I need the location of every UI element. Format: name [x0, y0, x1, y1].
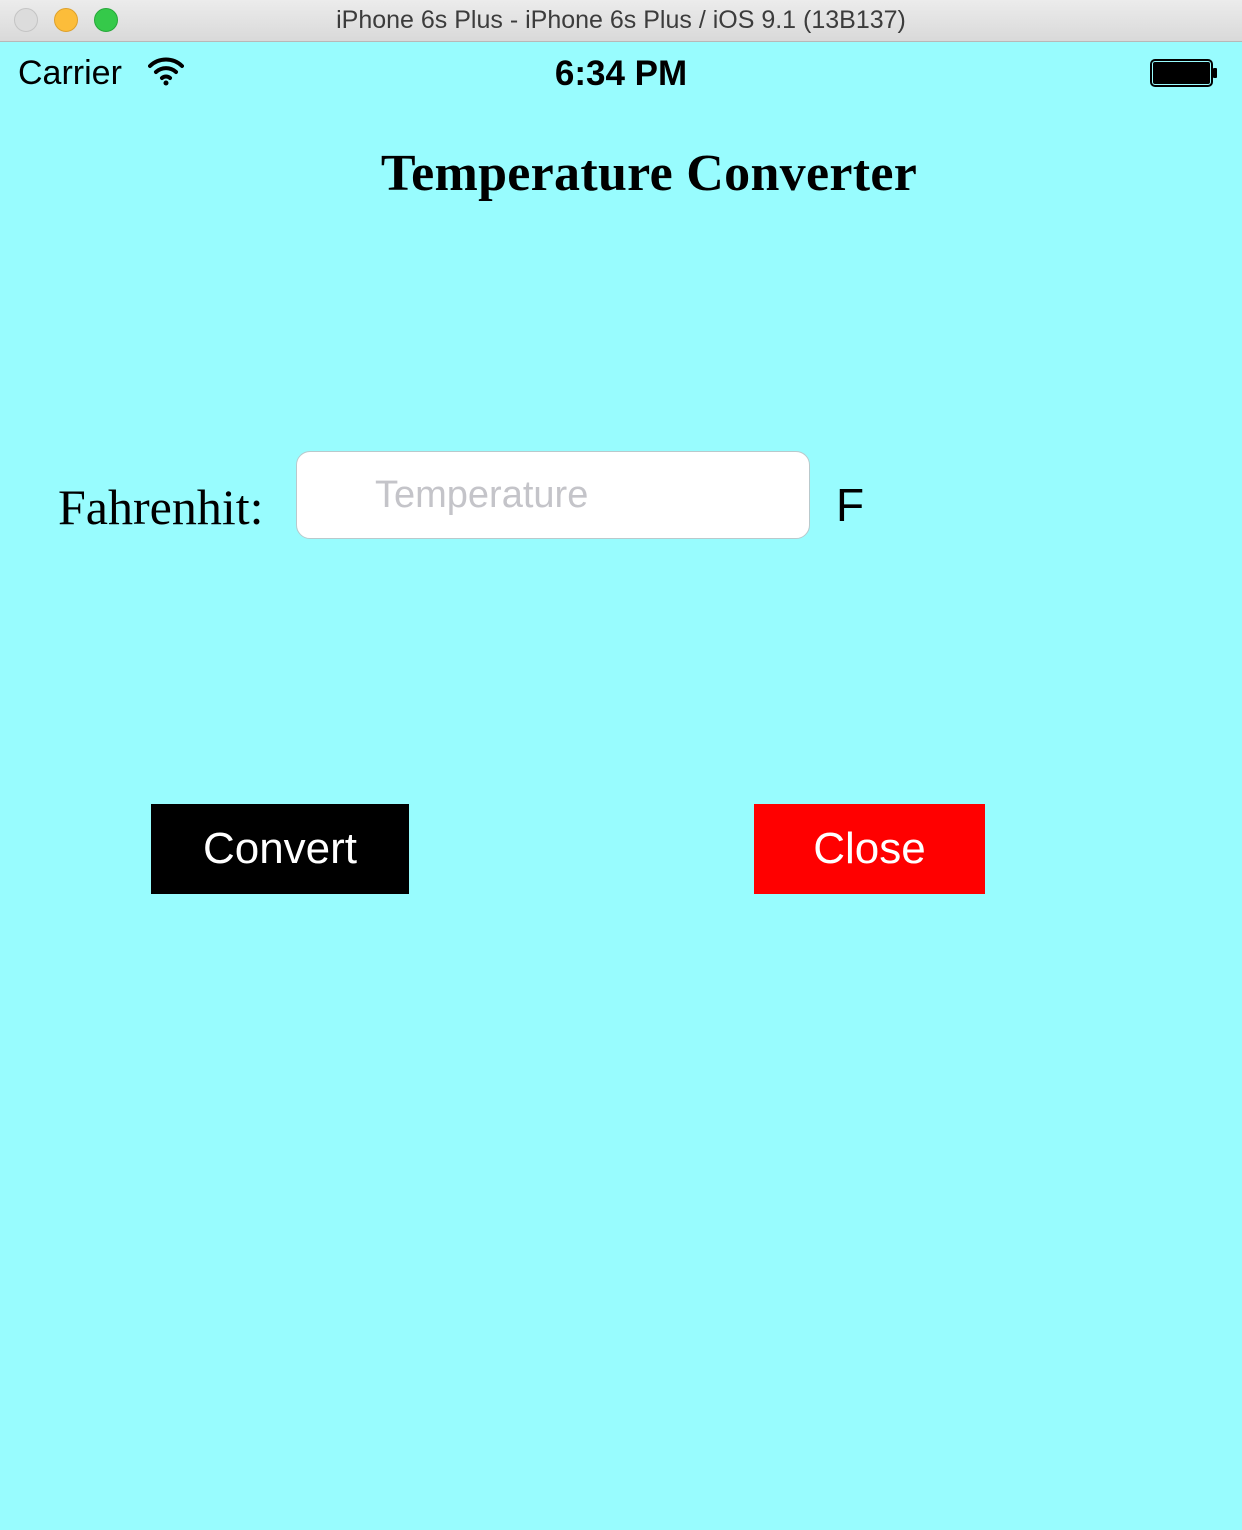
status-time: 6:34 PM — [554, 54, 688, 93]
battery-icon — [1150, 59, 1217, 87]
temperature-input[interactable] — [296, 451, 810, 539]
close-button[interactable]: Close — [754, 804, 985, 894]
page-title: Temperature Converter — [380, 145, 918, 202]
window-title: iPhone 6s Plus - iPhone 6s Plus / iOS 9.… — [336, 6, 906, 34]
window-titlebar: iPhone 6s Plus - iPhone 6s Plus / iOS 9.… — [0, 0, 1242, 42]
convert-button[interactable]: Convert — [151, 804, 409, 894]
unit-label: F — [836, 479, 865, 531]
fahrenheit-label: Fahrenhit: — [58, 479, 264, 535]
status-bar: Carrier 6:34 PM — [0, 42, 1242, 104]
